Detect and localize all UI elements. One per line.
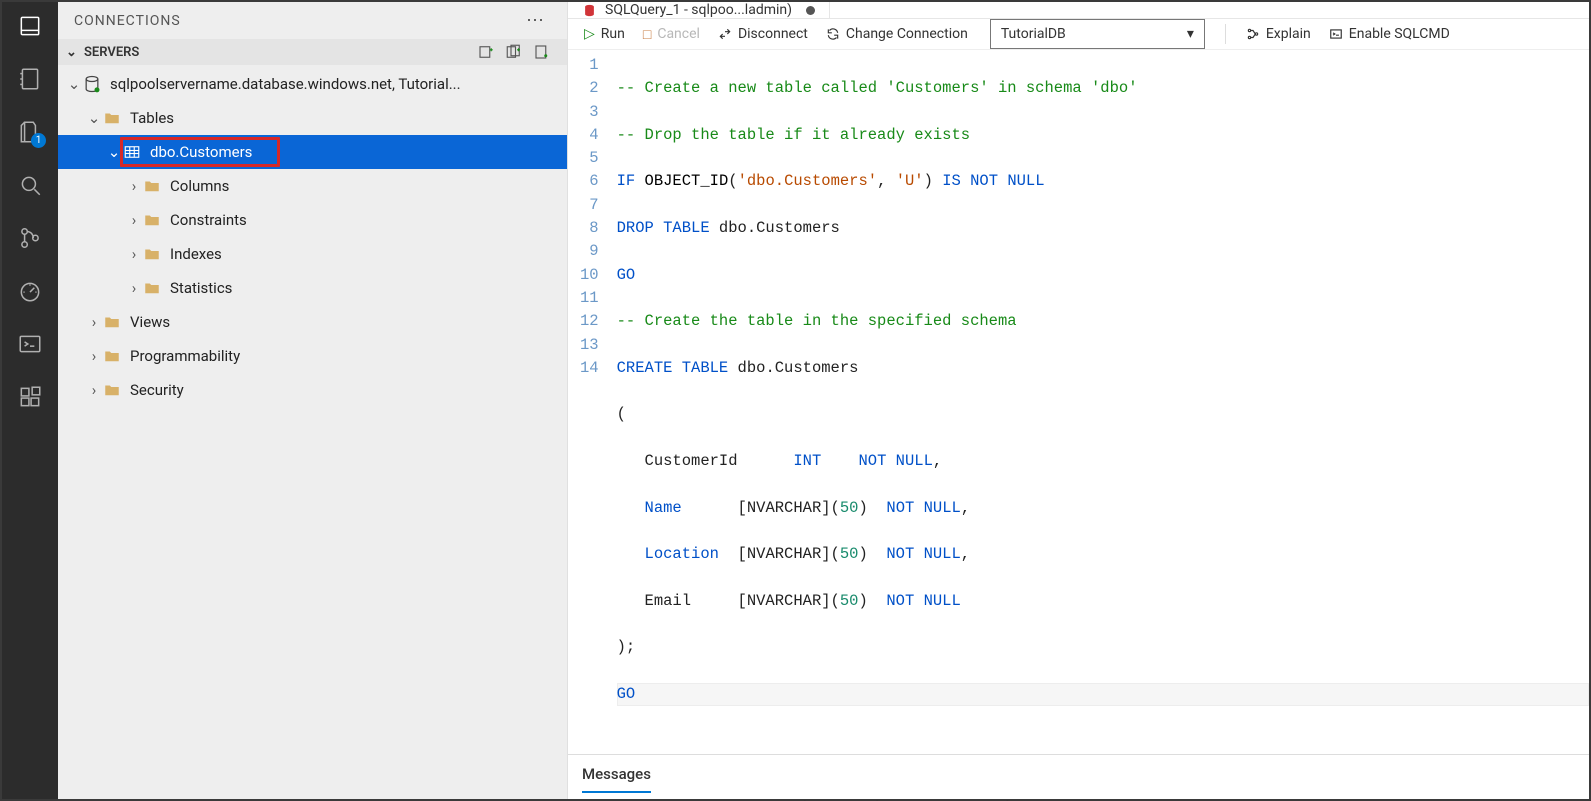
sqlcmd-icon [1329, 27, 1343, 41]
server-node[interactable]: ⌄ sqlpoolservername.database.windows.net… [58, 67, 567, 101]
extensions-icon[interactable] [16, 383, 44, 411]
servers-icon[interactable] [16, 12, 44, 40]
folder-icon [102, 108, 122, 128]
indexes-node[interactable]: › Indexes [58, 237, 567, 271]
editor-area: SQLQuery_1 - sqlpoo...ladmin) ▷Run □Canc… [568, 2, 1589, 799]
statistics-label: Statistics [170, 279, 232, 297]
explorer-icon[interactable]: 1 [16, 118, 44, 146]
enable-sqlcmd-button[interactable]: Enable SQLCMD [1329, 26, 1450, 42]
server-icon [82, 74, 102, 94]
line-number-gutter: 1234567891011121314 [568, 50, 617, 734]
columns-node[interactable]: › Columns [58, 169, 567, 203]
tables-label: Tables [130, 109, 174, 127]
folder-icon [102, 346, 122, 366]
new-group-icon[interactable] [505, 43, 523, 61]
change-connection-button[interactable]: Change Connection [826, 26, 968, 42]
explorer-badge: 1 [31, 133, 46, 148]
messages-tab[interactable]: Messages [582, 765, 651, 793]
security-node[interactable]: › Security [58, 373, 567, 407]
change-connection-icon [826, 27, 840, 41]
code-editor[interactable]: 1234567891011121314 -- Create a new tabl… [568, 50, 1589, 734]
source-control-icon[interactable] [16, 224, 44, 252]
folder-icon [142, 278, 162, 298]
security-label: Security [130, 381, 184, 399]
activity-bar: 1 [2, 2, 58, 799]
new-query-icon[interactable] [533, 43, 551, 61]
statistics-node[interactable]: › Statistics [58, 271, 567, 305]
code-content[interactable]: -- Create a new table called 'Customers'… [617, 50, 1589, 734]
explain-button[interactable]: Explain [1246, 26, 1311, 42]
notebook-icon[interactable] [16, 65, 44, 93]
tab-title: SQLQuery_1 - sqlpoo...ladmin) [605, 2, 792, 18]
tab-dirty-indicator [806, 6, 815, 15]
sidebar-title: CONNECTIONS [74, 13, 181, 29]
constraints-label: Constraints [170, 211, 247, 229]
folder-icon [102, 380, 122, 400]
columns-label: Columns [170, 177, 229, 195]
search-icon[interactable] [16, 171, 44, 199]
programmability-node[interactable]: › Programmability [58, 339, 567, 373]
query-toolbar: ▷Run □Cancel Disconnect Change Connectio… [568, 19, 1589, 50]
explain-icon [1246, 27, 1260, 41]
sidebar-more-icon[interactable]: ⋯ [520, 10, 551, 31]
server-label: sqlpoolservername.database.windows.net, … [110, 75, 461, 93]
servers-label: SERVERS [84, 45, 139, 60]
constraints-node[interactable]: › Constraints [58, 203, 567, 237]
folder-icon [142, 176, 162, 196]
stop-icon: □ [643, 26, 651, 43]
separator [1225, 24, 1226, 44]
views-node[interactable]: › Views [58, 305, 567, 339]
folder-icon [142, 244, 162, 264]
run-button[interactable]: ▷Run [584, 26, 625, 42]
dashboard-icon[interactable] [16, 277, 44, 305]
servers-section-header[interactable]: ⌄ SERVERS [58, 39, 567, 65]
chevron-down-icon: ▾ [1187, 26, 1194, 42]
indexes-label: Indexes [170, 245, 222, 263]
folder-icon [142, 210, 162, 230]
database-select[interactable]: TutorialDB▾ [990, 19, 1205, 49]
messages-panel: Messages 12:16:03 PM Started executing q… [568, 754, 1589, 801]
messages-body: 12:16:03 PM Started executing query at L… [568, 791, 1589, 801]
connections-sidebar: CONNECTIONS ⋯ ⌄ SERVERS ⌄ sqlpoolservern… [58, 2, 568, 799]
programmability-label: Programmability [130, 347, 240, 365]
cancel-button[interactable]: □Cancel [643, 26, 700, 43]
connections-tree: ⌄ sqlpoolservername.database.windows.net… [58, 65, 567, 799]
tab-sqlquery1[interactable]: SQLQuery_1 - sqlpoo...ladmin) [568, 2, 830, 18]
disconnect-button[interactable]: Disconnect [718, 26, 808, 42]
views-label: Views [130, 313, 170, 331]
terminal-icon[interactable] [16, 330, 44, 358]
folder-icon [102, 312, 122, 332]
highlight-annotation [120, 137, 280, 167]
disconnect-icon [718, 27, 732, 41]
play-icon: ▷ [584, 26, 595, 42]
customers-table-node[interactable]: ⌄ dbo.Customers [58, 135, 567, 169]
tab-bar: SQLQuery_1 - sqlpoo...ladmin) [568, 2, 1589, 19]
new-connection-icon[interactable] [477, 43, 495, 61]
tables-node[interactable]: ⌄ Tables [58, 101, 567, 135]
database-icon [582, 3, 597, 18]
